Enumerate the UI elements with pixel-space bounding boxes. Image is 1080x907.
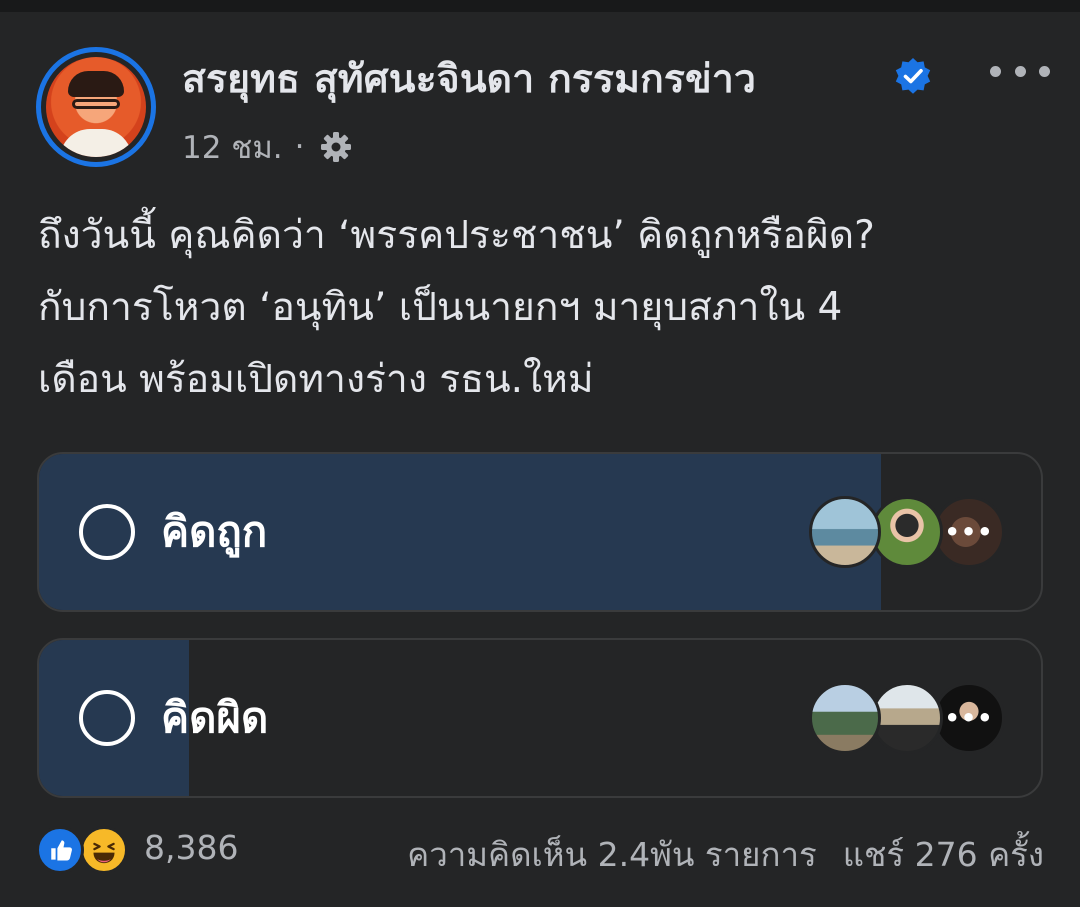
voter-avatar <box>809 496 881 568</box>
avatar-image <box>46 57 146 157</box>
poll-option-wrong[interactable]: คิดผิด ••• <box>37 638 1043 798</box>
author-name[interactable]: สรยุทธ สุทัศนะจินดา กรรมกรข่าว <box>182 48 756 110</box>
reactions-summary[interactable] <box>36 826 136 874</box>
gear-icon[interactable] <box>319 130 353 164</box>
comments-count[interactable]: ความคิดเห็น 2.4พัน รายการ <box>407 835 817 874</box>
like-icon <box>36 826 84 874</box>
voter-avatar <box>809 682 881 754</box>
meta-separator: · <box>294 129 305 165</box>
poll-option-label: คิดผิด <box>161 693 269 742</box>
post-time[interactable]: 12 ชม. <box>182 122 283 172</box>
post-text-line: ถึงวันนี้ คุณคิดว่า ‘พรรคประชาชน’ คิดถูก… <box>38 213 875 258</box>
post-meta: 12 ชม. · <box>182 122 353 172</box>
voter-avatar <box>871 682 943 754</box>
more-options-icon[interactable] <box>990 57 1050 85</box>
post-text-line: กับการโหวต ‘อนุทิน’ เป็นนายกฯ มายุบสภาใน… <box>38 285 843 330</box>
verified-badge-icon <box>895 58 931 94</box>
voter-avatars[interactable]: ••• <box>809 496 1005 568</box>
post-text: ถึงวันนี้ คุณคิดว่า ‘พรรคประชาชน’ คิดถูก… <box>38 200 1048 416</box>
haha-icon <box>80 826 128 874</box>
post-footer: 8,386 ความคิดเห็น 2.4พัน รายการ แชร์ 276 … <box>36 822 1044 878</box>
more-voters-icon: ••• <box>933 496 1005 568</box>
poll-option-label: คิดถูก <box>161 507 268 556</box>
radio-button[interactable] <box>79 504 135 560</box>
engagement-stats: ความคิดเห็น 2.4พัน รายการ แชร์ 276 ครั้ง <box>407 828 1044 881</box>
more-voters-icon: ••• <box>933 682 1005 754</box>
reaction-count[interactable]: 8,386 <box>144 828 238 867</box>
poll-option-correct[interactable]: คิดถูก ••• <box>37 452 1043 612</box>
radio-button[interactable] <box>79 690 135 746</box>
voter-avatars[interactable]: ••• <box>809 682 1005 754</box>
shares-count[interactable]: แชร์ 276 ครั้ง <box>843 835 1044 874</box>
post-text-line: เดือน พร้อมเปิดทางร่าง รธน.ใหม่ <box>38 357 594 402</box>
voter-avatar <box>871 496 943 568</box>
status-bar-strip <box>0 0 1080 12</box>
author-avatar[interactable] <box>36 47 156 167</box>
